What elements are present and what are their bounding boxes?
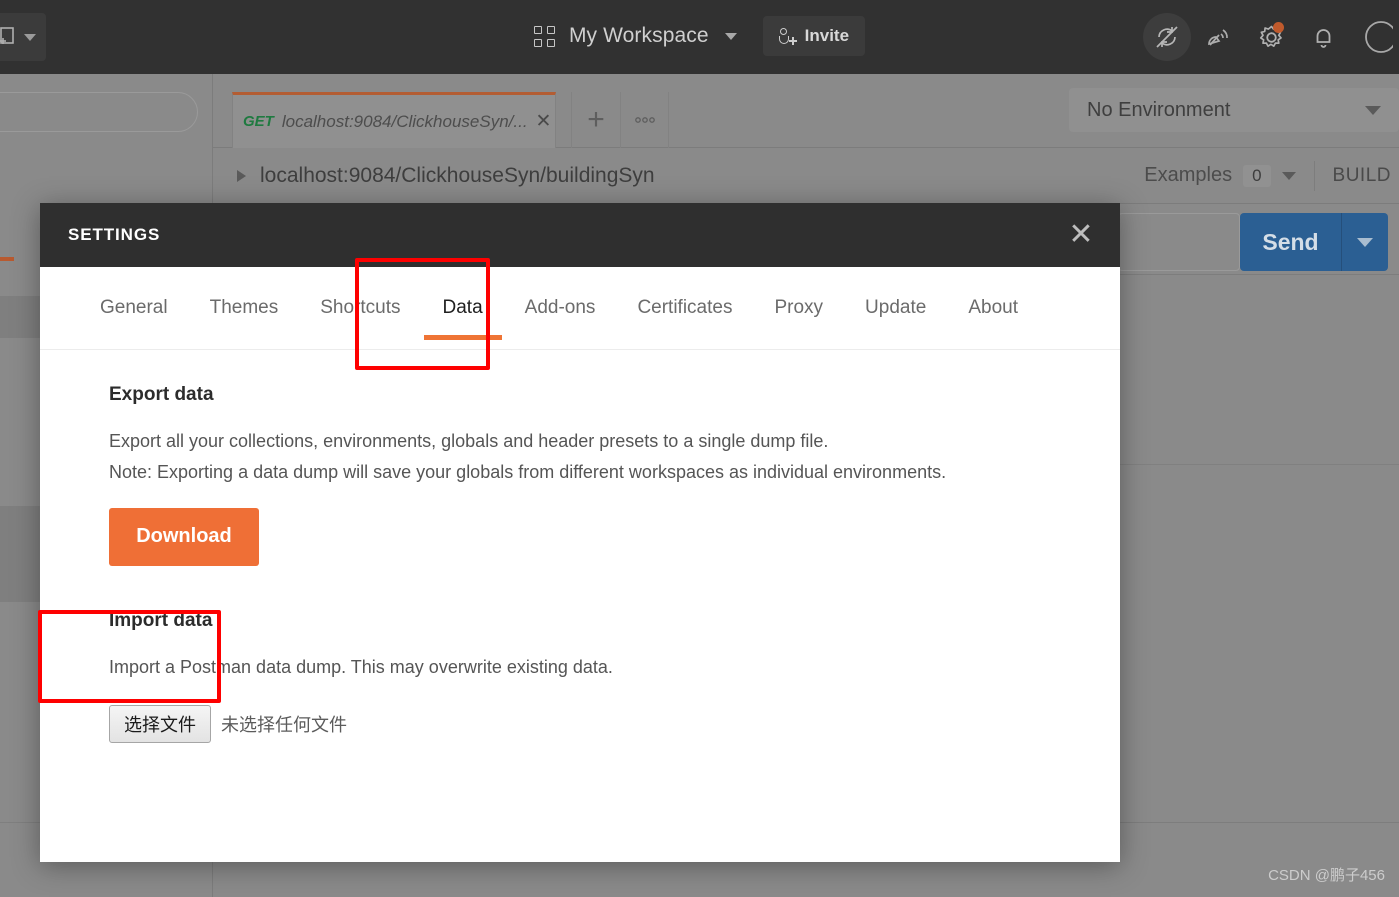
search-input[interactable] xyxy=(0,92,198,132)
watermark: CSDN @鹏子456 xyxy=(1268,867,1385,884)
tab-label: Add-ons xyxy=(524,297,596,318)
export-description-line2: Note: Exporting a data dump will save yo… xyxy=(109,461,947,482)
person-add-icon xyxy=(778,27,797,45)
grid-icon xyxy=(533,25,555,47)
import-description: Import a Postman data dump. This may ove… xyxy=(109,656,613,677)
request-tab-title: localhost:9084/ClickhouseSyn/... xyxy=(281,111,528,131)
request-tab-bar: GET localhost:9084/ClickhouseSyn/... ✕ + xyxy=(213,74,1399,148)
send-label: Send xyxy=(1262,228,1319,255)
tab-label: Data xyxy=(442,297,483,318)
request-method-label: GET xyxy=(243,113,274,130)
top-bar: My Workspace Invite xyxy=(0,0,1399,74)
import-heading: Import data xyxy=(109,609,213,631)
close-icon[interactable]: ✕ xyxy=(536,110,552,133)
tab-proxy[interactable]: Proxy xyxy=(753,267,844,350)
divider xyxy=(1313,160,1315,191)
tab-themes[interactable]: Themes xyxy=(189,267,300,350)
tab-general[interactable]: General xyxy=(100,267,189,350)
new-tab-button[interactable]: + xyxy=(571,92,621,148)
gear-icon[interactable] xyxy=(1247,13,1295,61)
tab-label: About xyxy=(968,297,1018,318)
tab-certificates[interactable]: Certificates xyxy=(616,267,753,350)
tab-add-ons[interactable]: Add-ons xyxy=(504,267,617,350)
tab-shortcuts[interactable]: Shortcuts xyxy=(299,267,421,350)
export-heading: Export data xyxy=(109,384,214,405)
top-right-icon-group xyxy=(1143,13,1399,61)
file-input-row: 选择文件 未选择任何文件 xyxy=(109,704,1120,743)
build-label[interactable]: BUILD xyxy=(1333,165,1391,187)
request-tab[interactable]: GET localhost:9084/ClickhouseSyn/... ✕ xyxy=(232,92,556,148)
settings-modal: SETTINGS ✕ General Themes Shortcuts Data… xyxy=(40,203,1120,862)
send-dropdown-icon[interactable] xyxy=(1342,237,1388,247)
app-root: My Workspace Invite GET localhost:9084/C… xyxy=(0,0,1399,897)
tab-label: Themes xyxy=(209,297,279,318)
import-section: Import data Import a Postman data dump. … xyxy=(109,610,1120,743)
examples-count: 0 xyxy=(1243,164,1271,187)
tab-label: Update xyxy=(865,297,927,318)
environment-value: No Environment xyxy=(1087,98,1231,121)
file-status-label: 未选择任何文件 xyxy=(221,714,347,735)
modal-header: SETTINGS ✕ xyxy=(40,203,1120,267)
expand-icon[interactable] xyxy=(237,169,246,182)
sync-off-icon[interactable] xyxy=(1143,13,1191,61)
examples-control[interactable]: Examples 0 xyxy=(1144,164,1296,187)
modal-title: SETTINGS xyxy=(68,225,161,244)
workspace-name: My Workspace xyxy=(568,24,709,47)
tab-label: General xyxy=(100,297,168,318)
notification-badge xyxy=(1273,22,1284,33)
request-url[interactable]: localhost:9084/ClickhouseSyn/buildingSyn xyxy=(260,164,655,188)
chevron-down-icon xyxy=(1281,171,1296,180)
choose-file-button[interactable]: 选择文件 xyxy=(109,704,211,743)
method-input[interactable] xyxy=(1118,213,1240,271)
send-button[interactable]: Send xyxy=(1240,213,1388,271)
settings-data-panel: Export data Export all your collections,… xyxy=(40,350,1120,743)
download-button[interactable]: Download xyxy=(109,507,259,566)
close-icon[interactable]: ✕ xyxy=(1064,220,1098,250)
invite-button[interactable]: Invite xyxy=(762,16,866,56)
active-indicator xyxy=(0,257,14,261)
tab-data[interactable]: Data xyxy=(422,267,504,350)
tab-options-icon[interactable] xyxy=(621,92,669,148)
tab-about[interactable]: About xyxy=(947,267,1039,350)
export-description-line1: Export all your collections, environment… xyxy=(109,431,829,451)
tab-underline xyxy=(423,334,502,340)
chevron-down-icon xyxy=(724,32,737,40)
tab-label: Shortcuts xyxy=(320,297,401,318)
request-url-row: localhost:9084/ClickhouseSyn/buildingSyn… xyxy=(213,148,1399,204)
invite-label: Invite xyxy=(804,26,850,45)
tab-update[interactable]: Update xyxy=(844,267,947,350)
broadcast-icon[interactable] xyxy=(1195,13,1243,61)
settings-tab-bar: General Themes Shortcuts Data Add-ons Ce… xyxy=(40,267,1120,350)
chevron-down-icon xyxy=(1365,105,1381,115)
examples-label: Examples xyxy=(1144,164,1233,186)
environment-select[interactable]: No Environment xyxy=(1069,88,1399,132)
bell-icon[interactable] xyxy=(1299,13,1347,61)
tab-label: Certificates xyxy=(637,297,733,318)
tab-label: Proxy xyxy=(774,297,824,318)
avatar-icon[interactable] xyxy=(1351,13,1399,61)
